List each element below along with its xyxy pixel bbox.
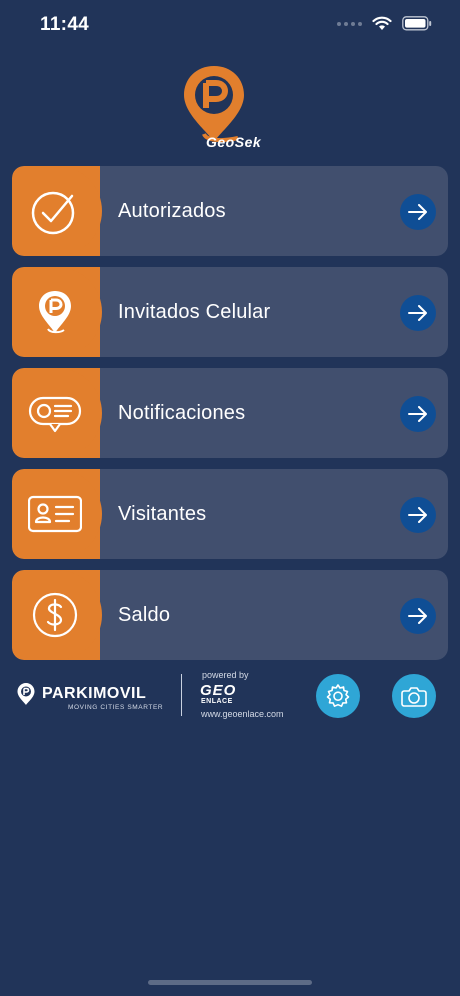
main-menu: Autorizados Invitados Celular Notificaci…	[12, 166, 448, 671]
message-bubble-icon	[28, 396, 82, 433]
footer-divider	[181, 674, 182, 716]
parkimovil-tagline: MOVING CITIES SMARTER	[68, 704, 164, 711]
menu-label: Visitantes	[118, 503, 207, 525]
status-icons	[337, 16, 432, 31]
menu-item-saldo[interactable]: Saldo	[12, 570, 448, 660]
home-indicator	[148, 980, 312, 985]
status-time: 11:44	[40, 14, 90, 35]
status-bar: 11:44	[0, 0, 460, 50]
arrow-right-icon	[408, 507, 427, 523]
parkimovil-name: PARKIMOVIL	[42, 685, 147, 702]
menu-label: Invitados Celular	[118, 301, 271, 323]
menu-label: Autorizados	[118, 200, 226, 222]
menu-item-visitantes[interactable]: Visitantes	[12, 469, 448, 559]
app-logo-text: GeoSek	[206, 134, 262, 150]
geoenlace-url: www.geoenlace.com	[201, 709, 284, 719]
dollar-circle-icon	[32, 592, 78, 638]
geoenlace-logo: GEO	[200, 682, 237, 699]
powered-by-label: powered by	[202, 670, 249, 680]
settings-button[interactable]	[316, 674, 360, 718]
menu-label: Notificaciones	[118, 402, 246, 424]
menu-item-autorizados[interactable]: Autorizados	[12, 166, 448, 256]
camera-button[interactable]	[392, 674, 436, 718]
geoenlace-sub: ENLACE	[201, 698, 233, 705]
arrow-right-icon	[408, 305, 427, 321]
arrow-right-icon	[408, 204, 427, 220]
location-pin-p-icon	[39, 291, 71, 334]
wifi-icon	[372, 16, 392, 30]
arrow-right-button[interactable]	[400, 396, 436, 432]
footer: PARKIMOVIL MOVING CITIES SMARTER powered…	[0, 668, 460, 728]
menu-item-invitados-celular[interactable]: Invitados Celular	[12, 267, 448, 357]
signal-dots-icon	[337, 21, 362, 26]
parkimovil-pin-icon	[17, 683, 35, 705]
menu-label: Saldo	[118, 604, 171, 626]
id-card-icon	[28, 495, 82, 533]
menu-item-notificaciones[interactable]: Notificaciones	[12, 368, 448, 458]
gear-icon	[326, 684, 350, 707]
check-circle-icon	[31, 191, 75, 235]
parkimovil-logo: PARKIMOVIL	[16, 682, 146, 706]
arrow-right-button[interactable]	[400, 598, 436, 634]
camera-icon	[401, 687, 427, 707]
arrow-right-button[interactable]	[400, 295, 436, 331]
arrow-right-button[interactable]	[400, 194, 436, 230]
arrow-right-button[interactable]	[400, 497, 436, 533]
arrow-right-icon	[408, 608, 427, 624]
arrow-right-icon	[408, 406, 427, 422]
battery-icon	[402, 16, 432, 31]
